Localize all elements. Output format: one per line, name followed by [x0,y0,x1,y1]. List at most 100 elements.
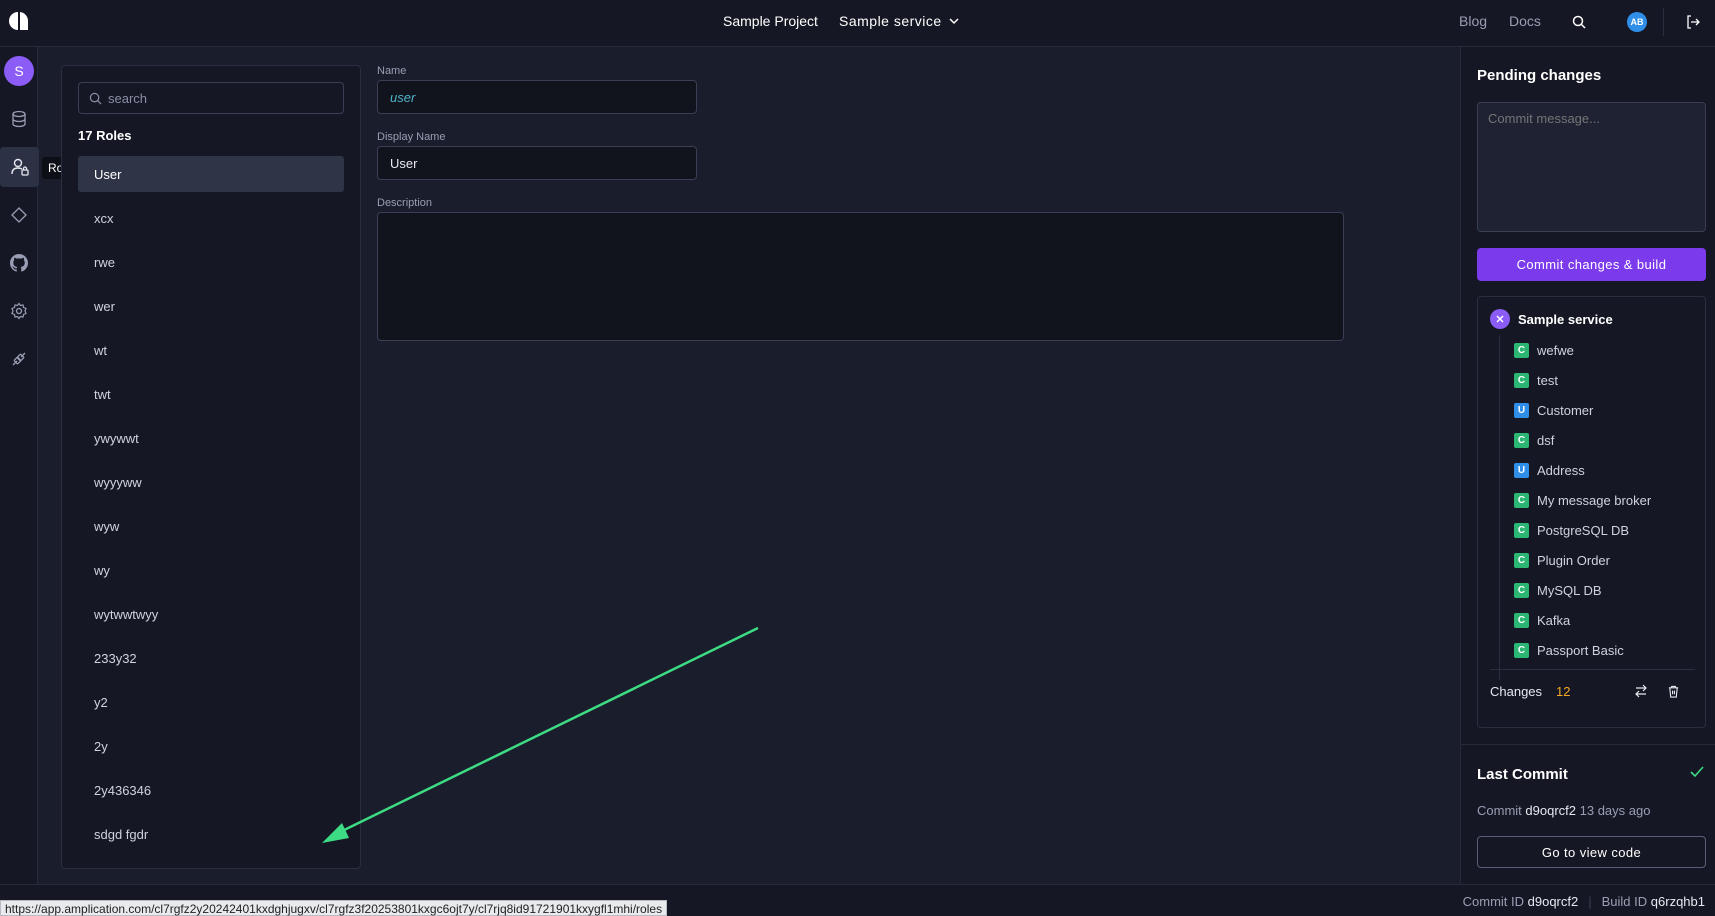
role-item[interactable]: rwe [78,244,344,280]
change-name: Kafka [1537,612,1571,628]
entities-icon[interactable] [0,99,38,139]
divider [1663,8,1664,36]
change-name: My message broker [1537,492,1652,508]
blog-link[interactable]: Blog [1459,13,1487,29]
settings-icon[interactable] [0,291,38,331]
logout-icon[interactable] [1683,12,1703,32]
display-name-field[interactable]: User [377,146,697,180]
role-item[interactable]: 2y436346 [78,772,344,808]
list-item[interactable]: C Passport Basic [1500,635,1705,665]
user-avatar[interactable]: AB [1627,12,1647,32]
role-item[interactable]: ywywwt [78,420,344,456]
divider: | [1588,894,1592,909]
service-name: Sample service [839,13,942,29]
amplication-logo[interactable] [9,11,29,31]
role-item[interactable]: twt [78,376,344,412]
role-item[interactable]: 233y32 [78,640,344,676]
role-item[interactable]: y2 [78,684,344,720]
docs-link[interactable]: Docs [1509,13,1541,29]
link-status-url: https://app.amplication.com/cl7rgfz2y202… [0,900,668,916]
change-name: dsf [1537,432,1555,448]
commit-age: 13 days ago [1579,803,1651,818]
badge-update: U [1514,402,1529,418]
search-icon[interactable] [1569,12,1589,32]
pending-changes-title: Pending changes [1477,67,1602,84]
role-item[interactable]: wytwwtwyy [78,596,344,632]
role-item[interactable]: User [78,156,344,192]
role-item[interactable]: wer [78,288,344,324]
change-name: PostgreSQL DB [1537,522,1630,538]
badge-create: C [1514,432,1529,448]
description-field[interactable] [377,212,1344,341]
last-commit-line: Commit d9oqrcf2 13 days ago [1477,803,1650,818]
last-commit-title: Last Commit [1477,766,1568,783]
service-selector[interactable]: Sample service [839,13,960,29]
change-name: wefwe [1537,342,1574,358]
build-id-value[interactable]: q6rzqhb1 [1651,894,1705,909]
build-info: Commit ID d9oqrcf2 | Build ID q6rzqhb1 [1463,894,1705,909]
github-icon[interactable] [0,243,38,283]
plugins-icon[interactable] [0,195,38,235]
list-item[interactable]: C Plugin Order [1500,545,1705,575]
name-field[interactable]: user [377,80,697,114]
description-label: Description [377,197,433,209]
workspace-avatar[interactable]: S [4,56,34,86]
change-name: Passport Basic [1537,642,1624,658]
badge-create: C [1514,642,1529,658]
search-input[interactable] [108,90,328,106]
role-item[interactable]: wyw [78,508,344,544]
roles-count: 17 Roles [78,128,132,143]
connections-icon[interactable] [0,339,38,379]
build-id-label: Build ID [1601,894,1648,909]
list-item[interactable]: U Customer [1500,395,1705,425]
left-nav: S [0,47,39,884]
role-item[interactable]: 5252522 [78,860,344,868]
list-item[interactable]: C PostgreSQL DB [1500,515,1705,545]
role-item[interactable]: wt [78,332,344,368]
project-name[interactable]: Sample Project [723,13,818,29]
role-item[interactable]: sdgd fgdr [78,816,344,852]
changes-box: Sample service Cwefwe Ctest U Customer Cd… [1477,296,1706,728]
badge-create: C [1514,582,1529,598]
list-item[interactable]: C Kafka [1500,605,1705,635]
badge-create: C [1514,492,1529,508]
role-item[interactable]: 2y [78,728,344,764]
role-item[interactable]: xcx [78,200,344,236]
badge-create: C [1514,372,1529,388]
change-name: test [1537,372,1558,388]
service-name: Sample service [1518,311,1613,327]
badge-update: U [1514,462,1529,478]
role-item[interactable]: wyyyww [78,464,344,500]
list-item[interactable]: Cwefwe [1500,335,1705,365]
top-bar: Sample Project Sample service Blog Docs … [0,0,1715,47]
divider [1461,744,1715,745]
change-name: MySQL DB [1537,582,1602,598]
display-name-label: Display Name [377,131,446,143]
badge-create: C [1514,552,1529,568]
list-item[interactable]: Cdsf [1500,425,1705,455]
view-code-button[interactable]: Go to view code [1477,836,1706,868]
change-name: Address [1537,462,1585,478]
changes-label: Changes [1490,684,1543,699]
search-box[interactable] [78,82,344,114]
compare-icon[interactable] [1633,683,1649,699]
list-item[interactable]: U Address [1500,455,1705,485]
change-name: Plugin Order [1537,552,1610,568]
role-item[interactable]: wy [78,552,344,588]
name-label: Name [377,65,407,77]
commit-id-value[interactable]: d9oqrcf2 [1528,894,1579,909]
commit-id-label: Commit ID [1462,894,1525,909]
commit-hash[interactable]: d9oqrcf2 [1525,803,1576,818]
pending-changes-panel: Pending changes Commit changes & build S… [1460,47,1715,884]
service-icon [1490,309,1510,329]
list-item[interactable]: C My message broker [1500,485,1705,515]
list-item[interactable]: C MySQL DB [1500,575,1705,605]
commit-build-button[interactable]: Commit changes & build [1477,248,1706,281]
roles-icon[interactable] [0,147,39,187]
commit-message-input[interactable] [1477,102,1706,232]
trash-icon[interactable] [1665,683,1681,699]
service-row[interactable]: Sample service [1490,309,1613,329]
badge-create: C [1514,522,1529,538]
commit-prefix: Commit [1477,803,1522,818]
list-item[interactable]: Ctest [1500,365,1705,395]
